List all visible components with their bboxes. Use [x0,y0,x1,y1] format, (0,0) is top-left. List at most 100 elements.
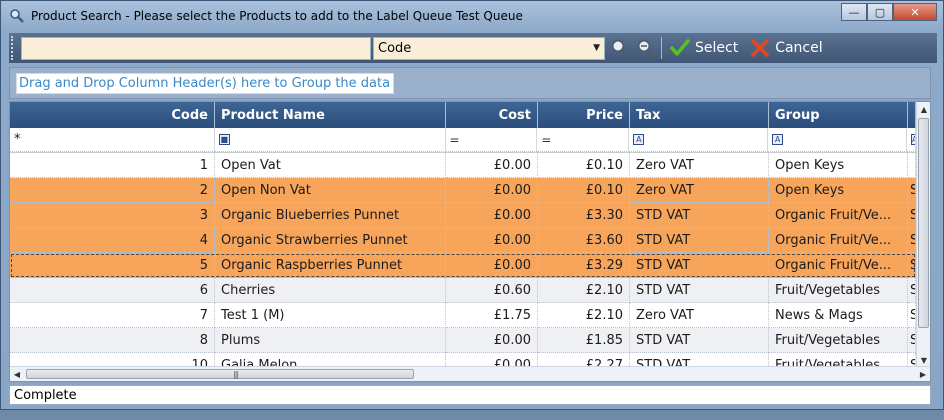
filter-product-name[interactable]: ■ [214,128,446,152]
cell-more: S [908,328,916,353]
column-header-price[interactable]: Price [538,102,630,128]
cell-cost: £0.00 [446,203,538,228]
cell-more: S [908,228,916,253]
cell-more: S [908,303,916,328]
filter-code[interactable]: * [10,128,215,152]
cell-product-name: Open Non Vat [215,178,446,203]
cell-cost: £1.75 [446,303,538,328]
cell-code: 6 [10,278,215,303]
column-header-code[interactable]: Code [10,102,215,128]
column-header-tax[interactable]: Tax [630,102,769,128]
cell-more [908,153,916,178]
cell-group: Organic Fruit/Ve... [769,253,908,278]
products-grid: Code Product Name Cost Price Tax Group *… [9,101,931,382]
table-row[interactable]: 6 Cherries £0.60 £2.10 STD VAT Fruit/Vegetabl… [10,278,916,303]
window-title: Product Search - Please select the Produ… [31,9,523,23]
filter-equals-icon[interactable]: = [450,133,460,147]
cancel-button-label: Cancel [775,40,823,56]
column-header-more[interactable] [908,102,916,128]
table-row[interactable]: 2 Open Non Vat £0.00 £0.10 Zero VAT Open Keys… [10,178,916,203]
cell-group: Fruit/Vegetables [769,328,908,353]
cell-tax: STD VAT [630,278,769,303]
cell-tax: STD VAT [630,228,769,253]
minimize-button[interactable]: — [841,3,867,21]
scroll-right-icon[interactable]: ▶ [916,367,930,381]
filter-tax[interactable]: A [629,128,769,152]
cell-group: Open Keys [769,178,908,203]
toolbar-grip[interactable] [11,36,17,60]
chevron-down-icon: ▼ [593,43,600,53]
status-bar: Complete [9,385,931,405]
filter-text-icon[interactable]: A [633,134,645,145]
grid-header-row: Code Product Name Cost Price Tax Group [10,102,916,128]
clear-search-icon[interactable] [635,37,657,59]
vertical-scrollbar[interactable]: ▲ ▼ [916,102,930,367]
cell-group: Organic Fruit/Ve... [769,203,908,228]
scroll-grip-icon: ||| [233,370,239,379]
table-row[interactable]: 1 Open Vat £0.00 £0.10 Zero VAT Open Keys [10,153,916,178]
maximize-button[interactable]: ▢ [867,3,893,21]
table-row[interactable]: 7 Test 1 (M) £1.75 £2.10 Zero VAT News & Mags… [10,303,916,328]
filter-contains-icon[interactable]: ■ [218,134,230,145]
group-by-panel[interactable]: Drag and Drop Column Header(s) here to G… [9,67,931,99]
close-button[interactable]: ✕ [893,3,937,21]
select-button[interactable]: Select [670,39,738,57]
cell-price: £0.10 [538,178,630,203]
cell-more: S [908,253,916,278]
column-header-product-name[interactable]: Product Name [215,102,446,128]
cell-product-name: Organic Blueberries Punnet [215,203,446,228]
cell-price: £0.10 [538,153,630,178]
horizontal-scrollbar[interactable]: ◀ ||| ▶ [10,366,930,381]
filter-more[interactable]: A [907,128,916,152]
cell-tax: STD VAT [630,203,769,228]
column-header-group[interactable]: Group [769,102,908,128]
scroll-up-icon[interactable]: ▲ [917,102,930,116]
cell-product-name: Organic Raspberries Punnet [215,253,446,278]
filter-equals-icon[interactable]: = [541,133,551,147]
title-bar: Product Search - Please select the Produ… [1,1,943,31]
cell-group: Open Keys [769,153,908,178]
cancel-button[interactable]: Cancel [750,39,823,57]
cell-price: £1.85 [538,328,630,353]
search-input[interactable] [21,36,371,60]
cell-product-name: Organic Strawberries Punnet [215,228,446,253]
filter-price[interactable]: = [537,128,630,152]
search-field-select[interactable]: Code ▼ [373,36,605,60]
filter-text-icon[interactable]: A [772,134,784,145]
table-row[interactable]: 3 Organic Blueberries Punnet £0.00 £3.30 STD… [10,203,916,228]
cell-code: 2 [10,178,215,203]
cancel-x-icon [751,39,769,57]
cell-price: £3.30 [538,203,630,228]
cell-more: S [908,203,916,228]
cell-group: News & Mags [769,303,908,328]
vertical-scroll-thumb[interactable] [918,118,929,328]
column-header-cost[interactable]: Cost [446,102,538,128]
filter-group[interactable]: A [768,128,907,152]
toolbar-separator [661,37,662,59]
filter-cost[interactable]: = [445,128,538,152]
cell-tax: Zero VAT [630,303,769,328]
window-controls: — ▢ ✕ [841,3,937,21]
cell-cost: £0.00 [446,228,538,253]
cell-price: £2.10 [538,303,630,328]
cell-cost: £0.00 [446,178,538,203]
search-icon[interactable] [609,37,631,59]
scroll-left-icon[interactable]: ◀ [10,367,24,381]
table-row[interactable]: 4 Organic Strawberries Punnet £0.00 £3.60 ST… [10,228,916,253]
cell-cost: £0.60 [446,278,538,303]
table-row[interactable]: 5 Organic Raspberries Punnet £0.00 £3.29 STD… [10,253,916,278]
cell-code: 7 [10,303,215,328]
cell-more: S [908,278,916,303]
table-row[interactable]: 8Plums£0.00£1.85STD VATFruit/VegetablesS [10,328,916,353]
cell-code: 3 [10,203,215,228]
cell-code: 1 [10,153,215,178]
cell-group: Organic Fruit/Ve... [769,228,908,253]
cell-code: 5 [10,253,215,278]
magnifier-icon [10,9,24,23]
cell-tax: STD VAT [630,253,769,278]
cell-cost: £0.00 [446,153,538,178]
scroll-down-icon[interactable]: ▼ [917,353,930,367]
horizontal-scroll-thumb[interactable]: ||| [26,369,414,379]
group-by-hint: Drag and Drop Column Header(s) here to G… [16,73,395,94]
cell-price: £3.29 [538,253,630,278]
